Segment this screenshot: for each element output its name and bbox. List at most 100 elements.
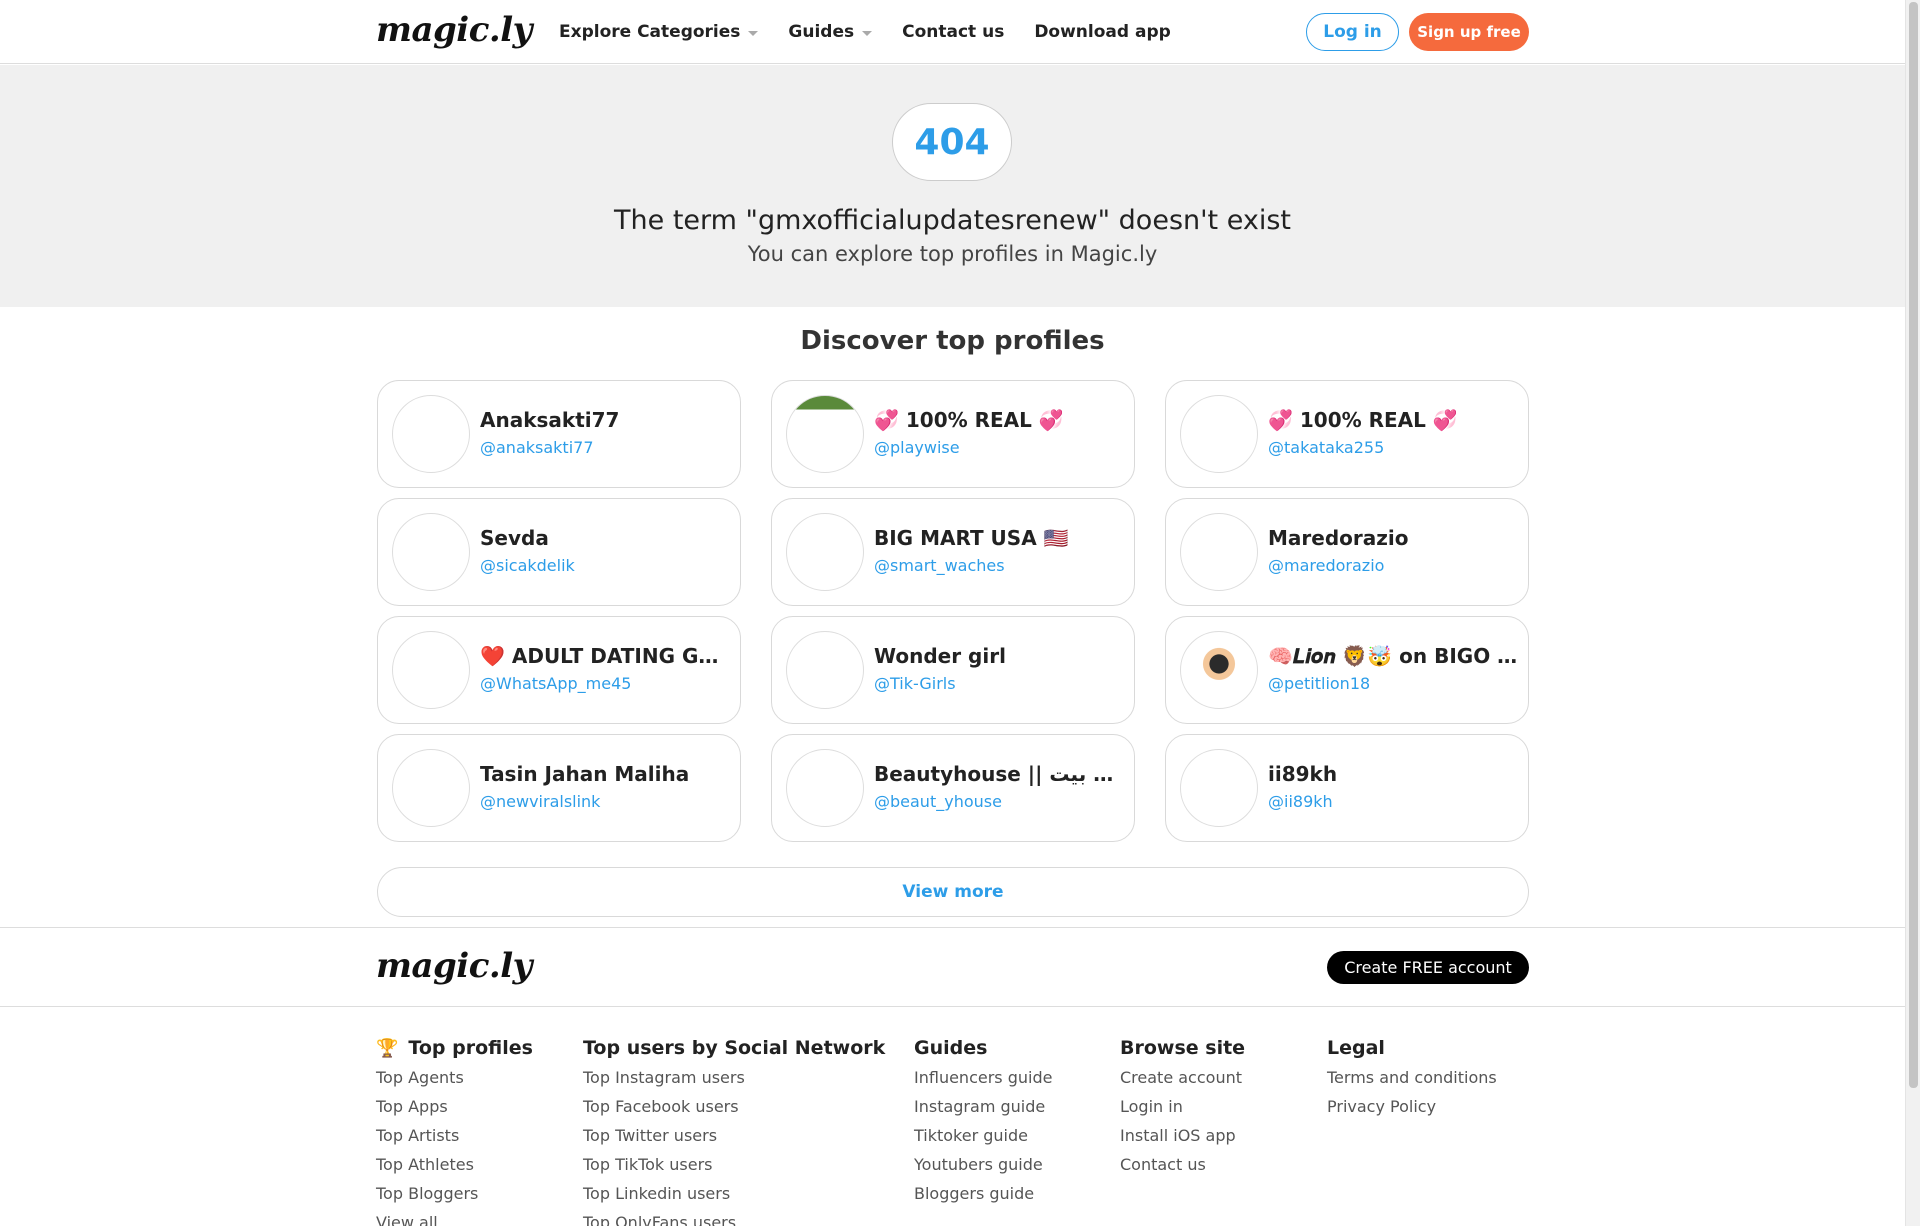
footer-link[interactable]: Influencers guide bbox=[914, 1067, 1052, 1096]
footer-column-title: 🏆 Top profiles bbox=[376, 1036, 533, 1060]
footer-link[interactable]: Install iOS app bbox=[1120, 1125, 1245, 1154]
footer-column-browse-site: Browse site Create account Login in Inst… bbox=[1120, 1036, 1245, 1183]
nav-guides-label: Guides bbox=[788, 22, 855, 42]
footer-link[interactable]: Top Apps bbox=[376, 1096, 533, 1125]
nav-download-app-label: Download app bbox=[1034, 22, 1171, 42]
profile-handle[interactable]: @smart_waches bbox=[874, 556, 1005, 575]
error-title: The term "gmxofficialupdatesrenew" doesn… bbox=[614, 205, 1291, 236]
footer-link[interactable]: Instagram guide bbox=[914, 1096, 1052, 1125]
profile-card[interactable]: Wonder girl @Tik-Girls bbox=[771, 616, 1135, 724]
profile-card[interactable]: 💞 100% REAL 💞 @playwise bbox=[771, 380, 1135, 488]
profile-name: Maredorazio bbox=[1268, 526, 1409, 550]
footer-link[interactable]: Tiktoker guide bbox=[914, 1125, 1052, 1154]
view-more-button[interactable]: View more bbox=[377, 867, 1529, 917]
avatar bbox=[392, 395, 470, 473]
trophy-icon: 🏆 bbox=[376, 1037, 399, 1059]
profile-card[interactable]: Sevda @sicakdelik bbox=[377, 498, 741, 606]
profile-name: ii89kh bbox=[1268, 762, 1338, 786]
avatar bbox=[786, 513, 864, 591]
profile-card[interactable]: Beautyhouse || الجمال بيت @beaut_yhouse bbox=[771, 734, 1135, 842]
create-account-button[interactable]: Create FREE account bbox=[1327, 951, 1529, 984]
login-button[interactable]: Log in bbox=[1306, 13, 1399, 51]
scrollbar-thumb[interactable] bbox=[1909, 2, 1918, 1088]
profile-name: Tasin Jahan Maliha bbox=[480, 762, 690, 786]
footer-link[interactable]: Top Agents bbox=[376, 1067, 533, 1096]
profile-handle[interactable]: @Tik-Girls bbox=[874, 674, 956, 693]
profile-grid: Anaksakti77 @anaksakti77 💞 100% REAL 💞 @… bbox=[377, 380, 1529, 842]
footer-link[interactable]: Top OnlyFans users bbox=[583, 1212, 885, 1226]
footer-logo[interactable]: magic.ly bbox=[376, 946, 532, 986]
profile-handle[interactable]: @newviralslink bbox=[480, 792, 600, 811]
chevron-down-icon bbox=[748, 30, 759, 36]
profile-handle[interactable]: @sicakdelik bbox=[480, 556, 575, 575]
footer-column-guides: Guides Influencers guide Instagram guide… bbox=[914, 1036, 1052, 1212]
profile-name: 🧠𝑳𝒊𝒐𝒏 🦁🤯 on BIGO LIVE bbox=[1268, 644, 1518, 668]
profile-name: Beautyhouse || الجمال بيت bbox=[874, 762, 1124, 786]
footer-column-title: Browse site bbox=[1120, 1037, 1246, 1059]
profile-card[interactable]: BIG MART USA 🇺🇸 @smart_waches bbox=[771, 498, 1135, 606]
footer-link[interactable]: Top Artists bbox=[376, 1125, 533, 1154]
footer-link[interactable]: Top Bloggers bbox=[376, 1183, 533, 1212]
signup-button[interactable]: Sign up free bbox=[1409, 13, 1529, 51]
profile-handle[interactable]: @beaut_yhouse bbox=[874, 792, 1002, 811]
profile-name: ❤️ ADULT DATING GROUP ❤️ bbox=[480, 644, 730, 668]
profile-handle[interactable]: @ii89kh bbox=[1268, 792, 1333, 811]
nav-contact-us[interactable]: Contact us bbox=[902, 22, 1004, 42]
profile-handle[interactable]: @maredorazio bbox=[1268, 556, 1384, 575]
profile-name: Sevda bbox=[480, 526, 549, 550]
profile-card[interactable]: Maredorazio @maredorazio bbox=[1165, 498, 1529, 606]
footer-link[interactable]: Top Facebook users bbox=[583, 1096, 885, 1125]
avatar bbox=[392, 513, 470, 591]
profile-handle[interactable]: @WhatsApp_me45 bbox=[480, 674, 631, 693]
footer-link[interactable]: Privacy Policy bbox=[1327, 1096, 1497, 1125]
profile-handle[interactable]: @petitlion18 bbox=[1268, 674, 1370, 693]
profile-card[interactable]: 🧠𝑳𝒊𝒐𝒏 🦁🤯 on BIGO LIVE @petitlion18 bbox=[1165, 616, 1529, 724]
footer-column-social-networks: Top users by Social Network Top Instagra… bbox=[583, 1036, 885, 1226]
profile-card[interactable]: ❤️ ADULT DATING GROUP ❤️ @WhatsApp_me45 bbox=[377, 616, 741, 724]
footer-column-title: Top users by Social Network bbox=[583, 1037, 886, 1059]
profile-handle[interactable]: @anaksakti77 bbox=[480, 438, 594, 457]
avatar bbox=[1180, 749, 1258, 827]
footer-link[interactable]: View all bbox=[376, 1212, 533, 1226]
profile-card[interactable]: ii89kh @ii89kh bbox=[1165, 734, 1529, 842]
footer-link[interactable]: Create account bbox=[1120, 1067, 1245, 1096]
nav-explore-categories-label: Explore Categories bbox=[559, 22, 741, 42]
profile-name: Anaksakti77 bbox=[480, 408, 620, 432]
footer-link[interactable]: Login in bbox=[1120, 1096, 1245, 1125]
profile-name: BIG MART USA 🇺🇸 bbox=[874, 526, 1069, 550]
site-logo[interactable]: magic.ly bbox=[376, 10, 532, 50]
discover-title: Discover top profiles bbox=[800, 326, 1105, 356]
footer-link[interactable]: Contact us bbox=[1120, 1154, 1245, 1183]
avatar bbox=[392, 631, 470, 709]
footer-bar: magic.ly Create FREE account bbox=[0, 927, 1905, 1007]
footer-link[interactable]: Top Linkedin users bbox=[583, 1183, 885, 1212]
profile-handle[interactable]: @takataka255 bbox=[1268, 438, 1384, 457]
error-hero: 404 The term "gmxofficialupdatesrenew" d… bbox=[0, 65, 1905, 307]
footer-link[interactable]: Youtubers guide bbox=[914, 1154, 1052, 1183]
profile-card[interactable]: Anaksakti77 @anaksakti77 bbox=[377, 380, 741, 488]
footer-column-title: Guides bbox=[914, 1037, 988, 1059]
footer-link[interactable]: Bloggers guide bbox=[914, 1183, 1052, 1212]
footer-column-title-text: Top profiles bbox=[408, 1037, 533, 1059]
avatar bbox=[1180, 395, 1258, 473]
footer-link[interactable]: Top Athletes bbox=[376, 1154, 533, 1183]
nav-explore-categories[interactable]: Explore Categories bbox=[559, 22, 759, 42]
error-code-badge: 404 bbox=[892, 103, 1012, 181]
footer-link[interactable]: Top TikTok users bbox=[583, 1154, 885, 1183]
nav-contact-us-label: Contact us bbox=[902, 22, 1005, 42]
footer-link[interactable]: Terms and conditions bbox=[1327, 1067, 1497, 1096]
profile-card[interactable]: 💞 100% REAL 💞 @takataka255 bbox=[1165, 380, 1529, 488]
footer-column-top-profiles: 🏆 Top profiles Top Agents Top Apps Top A… bbox=[376, 1036, 533, 1226]
profile-name: Wonder girl bbox=[874, 644, 1006, 668]
footer-column-legal: Legal Terms and conditions Privacy Polic… bbox=[1327, 1036, 1497, 1125]
nav-download-app[interactable]: Download app bbox=[1034, 22, 1170, 42]
footer-link[interactable]: Top Instagram users bbox=[583, 1067, 885, 1096]
page-scrollbar[interactable] bbox=[1905, 0, 1920, 1226]
avatar bbox=[1180, 631, 1258, 709]
profile-card[interactable]: Tasin Jahan Maliha @newviralslink bbox=[377, 734, 741, 842]
profile-handle[interactable]: @playwise bbox=[874, 438, 960, 457]
footer-link[interactable]: Top Twitter users bbox=[583, 1125, 885, 1154]
nav-guides[interactable]: Guides bbox=[788, 22, 873, 42]
avatar bbox=[786, 749, 864, 827]
error-subtitle: You can explore top profiles in Magic.ly bbox=[747, 242, 1158, 266]
